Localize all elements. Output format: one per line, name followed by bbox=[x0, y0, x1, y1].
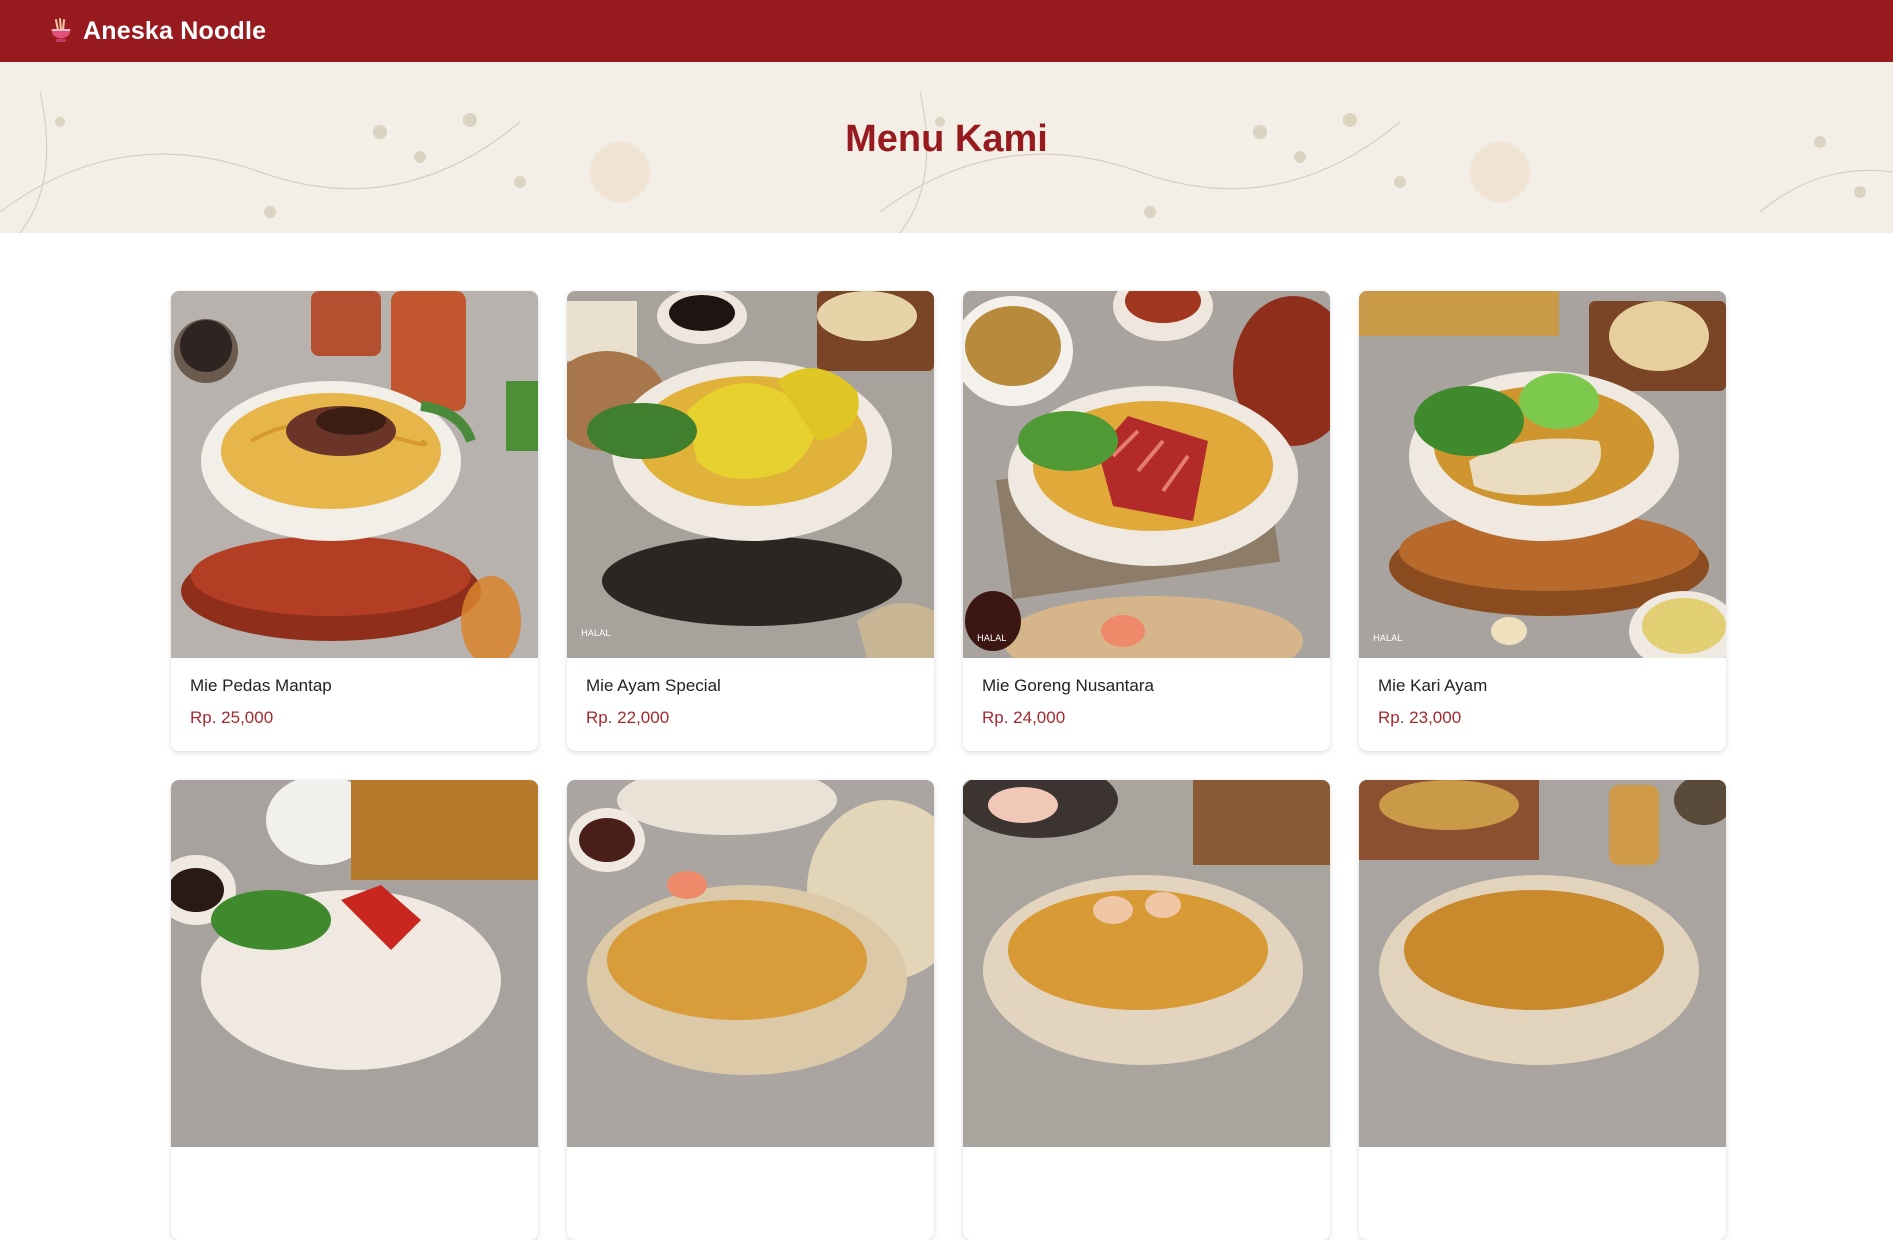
menu-card-body: Mie Ayam Special Rp. 22,000 bbox=[567, 658, 934, 728]
menu-item-photo: HALAL bbox=[567, 291, 934, 658]
menu-hero-banner: Menu Kami bbox=[0, 62, 1893, 233]
svg-text:HALAL: HALAL bbox=[581, 629, 610, 639]
menu-card[interactable]: HALAL Mie Goreng Nusantara Rp. 24,000 bbox=[963, 291, 1330, 751]
menu-item-photo bbox=[171, 780, 538, 1147]
menu-card[interactable] bbox=[171, 780, 538, 1240]
menu-card-body: Mie Goreng Nusantara Rp. 24,000 bbox=[963, 658, 1330, 728]
menu-card[interactable] bbox=[1359, 780, 1726, 1240]
menu-item-photo: HALAL bbox=[1359, 291, 1726, 658]
menu-card[interactable] bbox=[963, 780, 1330, 1240]
menu-grid: Mie Pedas Mantap Rp. 25,000 HALAL Mie Ay… bbox=[171, 291, 1726, 1240]
menu-card[interactable]: HALAL Mie Kari Ayam Rp. 23,000 bbox=[1359, 291, 1726, 751]
menu-item-price: Rp. 22,000 bbox=[586, 708, 670, 727]
top-navbar: Aneska Noodle bbox=[0, 0, 1893, 62]
menu-item-price: Rp. 23,000 bbox=[1378, 708, 1462, 727]
menu-card[interactable] bbox=[567, 780, 934, 1240]
menu-card-body bbox=[567, 1147, 934, 1165]
menu-card[interactable]: HALAL Mie Ayam Special Rp. 22,000 bbox=[567, 291, 934, 751]
menu-item-price: Rp. 24,000 bbox=[982, 708, 1066, 727]
menu-item-name: Mie Ayam Special bbox=[586, 676, 721, 695]
menu-item-name: Mie Goreng Nusantara bbox=[982, 676, 1154, 695]
menu-item-photo bbox=[963, 780, 1330, 1147]
menu-item-photo: HALAL bbox=[963, 291, 1330, 658]
menu-card-body bbox=[171, 1147, 538, 1165]
menu-item-price: Rp. 25,000 bbox=[190, 708, 274, 727]
brand-name: Aneska Noodle bbox=[83, 16, 267, 45]
menu-item-photo bbox=[171, 291, 538, 658]
menu-card-body bbox=[963, 1147, 1330, 1165]
menu-card-body bbox=[1359, 1147, 1726, 1165]
menu-item-name: Mie Pedas Mantap bbox=[190, 676, 332, 695]
page-title: Menu Kami bbox=[845, 118, 1048, 160]
menu-card-body: Mie Pedas Mantap Rp. 25,000 bbox=[171, 658, 538, 728]
brand-link[interactable]: Aneska Noodle bbox=[47, 17, 266, 46]
noodle-bowl-icon bbox=[51, 18, 71, 42]
menu-item-name: Mie Kari Ayam bbox=[1378, 676, 1488, 695]
menu-card-body: Mie Kari Ayam Rp. 23,000 bbox=[1359, 658, 1726, 728]
svg-text:HALAL: HALAL bbox=[1373, 634, 1402, 644]
menu-card[interactable]: Mie Pedas Mantap Rp. 25,000 bbox=[171, 291, 538, 751]
menu-item-photo bbox=[1359, 780, 1726, 1147]
svg-text:HALAL: HALAL bbox=[977, 634, 1006, 644]
menu-item-photo bbox=[567, 780, 934, 1147]
